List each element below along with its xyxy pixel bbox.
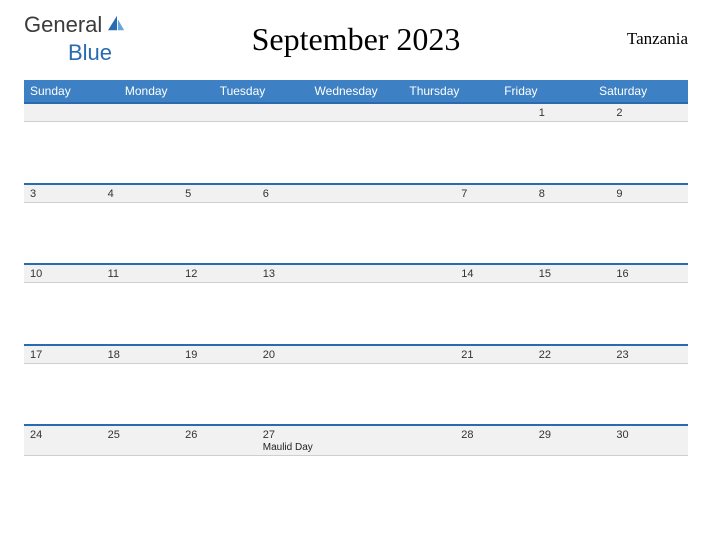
day-cell: 19 — [179, 345, 257, 364]
day-cell: 12 — [179, 264, 257, 283]
day-cell: 28 — [455, 425, 533, 456]
day-number: 20 — [263, 349, 449, 361]
day-cell: 29 — [533, 425, 611, 456]
day-cell — [102, 103, 180, 122]
day-number: 23 — [616, 349, 682, 361]
day-cell: 15 — [533, 264, 611, 283]
day-number: 9 — [616, 188, 682, 200]
day-cell — [179, 103, 257, 122]
day-cell: 10 — [24, 264, 102, 283]
day-number: 10 — [30, 268, 96, 280]
day-cell: 26 — [179, 425, 257, 456]
day-number: 3 — [30, 188, 96, 200]
calendar-weeks: 1234567891011121314151617181920212223242… — [24, 102, 688, 518]
day-number: 17 — [30, 349, 96, 361]
week-spacer — [24, 283, 688, 345]
weekday-header: Wednesday — [309, 80, 404, 102]
day-number: 14 — [461, 268, 527, 280]
logo-text-blue: Blue — [68, 40, 112, 66]
weekday-header: Thursday — [403, 80, 498, 102]
week-spacer — [24, 363, 688, 425]
day-cell: 5 — [179, 184, 257, 203]
day-number: 30 — [616, 429, 682, 441]
day-number: 27 — [263, 429, 449, 441]
calendar-header: GeneralBlue September 2023 Tanzania — [24, 12, 688, 66]
day-number: 24 — [30, 429, 96, 441]
day-cell: 1 — [533, 103, 611, 122]
week-row: 10 11 12 13 14 15 16 — [24, 264, 688, 283]
day-cell: 13 — [257, 264, 455, 283]
day-number: 28 — [461, 429, 527, 441]
month-year-title: September 2023 — [252, 21, 461, 58]
day-cell: 7 — [455, 184, 533, 203]
day-number: 21 — [461, 349, 527, 361]
day-number: 1 — [539, 107, 605, 119]
day-cell: 23 — [610, 345, 688, 364]
weekday-header: Friday — [498, 80, 593, 102]
day-number: 7 — [461, 188, 527, 200]
week-row: 12 — [24, 103, 688, 122]
logo-sail-icon — [106, 12, 128, 38]
week-row: 24 25 26 27Maulid Day 28 29 30 — [24, 425, 688, 456]
weekday-header-row: Sunday Monday Tuesday Wednesday Thursday… — [24, 80, 688, 102]
logo-text-general: General — [24, 12, 102, 38]
event-label: Maulid Day — [263, 442, 449, 453]
weekday-header: Tuesday — [214, 80, 309, 102]
day-number: 6 — [263, 188, 449, 200]
day-number: 4 — [108, 188, 174, 200]
day-number: 22 — [539, 349, 605, 361]
day-number: 2 — [616, 107, 682, 119]
weekday-header: Sunday — [24, 80, 119, 102]
day-number: 13 — [263, 268, 449, 280]
day-cell: 6 — [257, 184, 455, 203]
day-number: 12 — [185, 268, 251, 280]
day-cell: 9 — [610, 184, 688, 203]
day-cell: 18 — [102, 345, 180, 364]
day-cell: 14 — [455, 264, 533, 283]
day-cell: 4 — [102, 184, 180, 203]
week-spacer — [24, 456, 688, 518]
day-cell: 20 — [257, 345, 455, 364]
week-spacer — [24, 202, 688, 264]
day-number: 16 — [616, 268, 682, 280]
week-spacer — [24, 122, 688, 184]
country-label: Tanzania — [460, 29, 688, 49]
day-cell: 3 — [24, 184, 102, 203]
day-cell: 2 — [610, 103, 688, 122]
week-row: 17 18 19 20 21 22 23 — [24, 345, 688, 364]
day-number: 11 — [108, 268, 174, 280]
weekday-header: Saturday — [593, 80, 688, 102]
day-cell: 16 — [610, 264, 688, 283]
week-row: 3456789 — [24, 184, 688, 203]
day-cell — [24, 103, 102, 122]
day-cell: 30 — [610, 425, 688, 456]
day-number: 29 — [539, 429, 605, 441]
calendar-grid: Sunday Monday Tuesday Wednesday Thursday… — [24, 80, 688, 102]
day-cell — [455, 103, 533, 122]
day-cell: 17 — [24, 345, 102, 364]
day-number: 19 — [185, 349, 251, 361]
day-cell: 27Maulid Day — [257, 425, 455, 456]
day-cell — [257, 103, 455, 122]
day-cell: 22 — [533, 345, 611, 364]
brand-logo: GeneralBlue — [24, 12, 252, 66]
day-number: 18 — [108, 349, 174, 361]
day-cell: 24 — [24, 425, 102, 456]
day-number: 5 — [185, 188, 251, 200]
day-number: 25 — [108, 429, 174, 441]
day-cell: 11 — [102, 264, 180, 283]
day-cell: 8 — [533, 184, 611, 203]
day-number: 15 — [539, 268, 605, 280]
day-number: 26 — [185, 429, 251, 441]
day-cell: 25 — [102, 425, 180, 456]
day-cell: 21 — [455, 345, 533, 364]
day-number: 8 — [539, 188, 605, 200]
weekday-header: Monday — [119, 80, 214, 102]
